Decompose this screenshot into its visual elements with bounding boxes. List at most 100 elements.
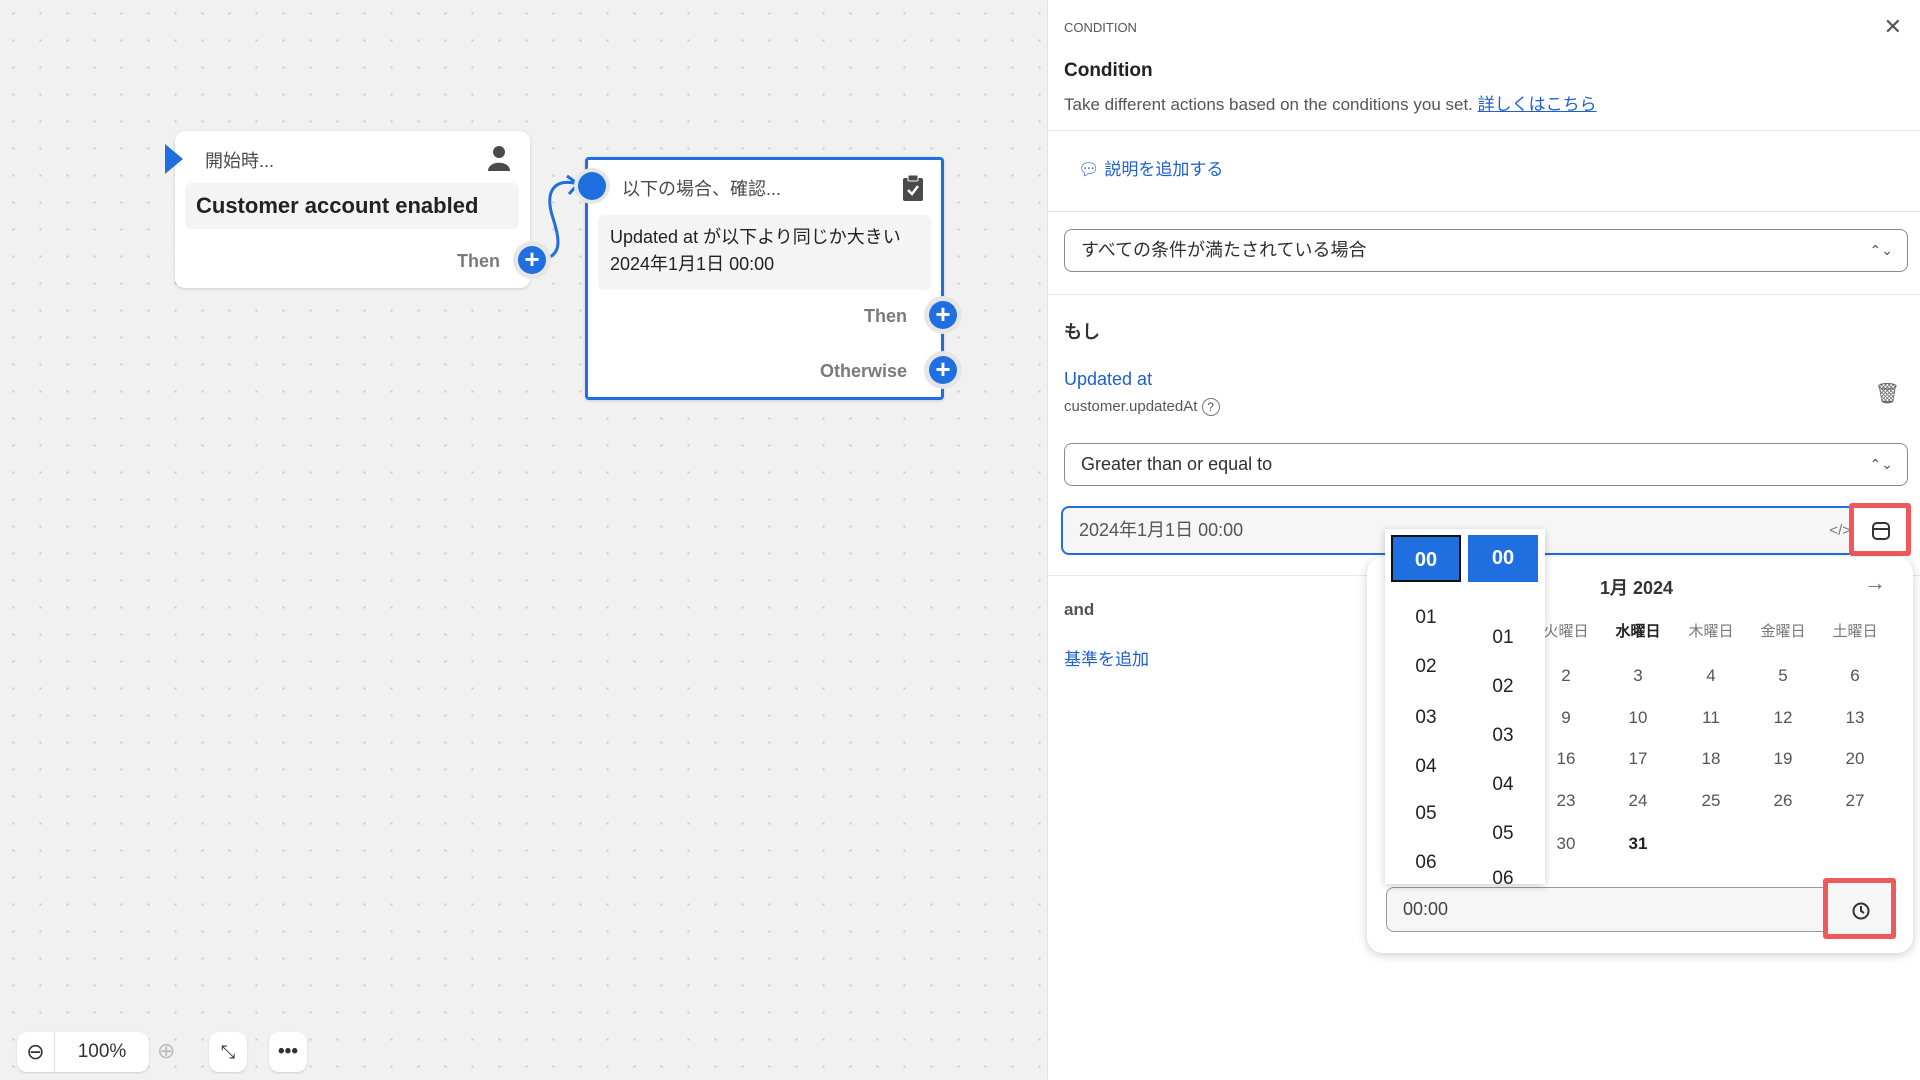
zoom-level[interactable]: 100% — [55, 1032, 149, 1072]
hour-option[interactable]: 00 — [1391, 535, 1461, 582]
calendar-day[interactable]: 17 — [1608, 749, 1668, 769]
hour-option[interactable]: 02 — [1391, 656, 1461, 678]
time-button[interactable] — [1823, 878, 1896, 939]
chevron-updown-icon: ⌃⌄ — [1869, 456, 1893, 472]
trigger-then-add-button[interactable]: + — [518, 246, 546, 274]
help-icon[interactable]: ? — [1201, 398, 1220, 416]
calendar-day[interactable]: 19 — [1753, 749, 1813, 769]
minute-option[interactable]: 05 — [1468, 823, 1538, 845]
calendar-day[interactable]: 10 — [1608, 708, 1668, 728]
hour-option[interactable]: 06 — [1391, 852, 1461, 874]
calendar-day[interactable]: 13 — [1825, 708, 1885, 728]
weekday-label: 火曜日 — [1543, 623, 1589, 640]
description-text: Take different actions based on the cond… — [1064, 95, 1473, 114]
weekday-label: 土曜日 — [1832, 623, 1878, 640]
calendar-day[interactable]: 3 — [1608, 666, 1668, 686]
match-type-value: すべての条件が満たされている場合 — [1081, 240, 1367, 260]
condition-then-add-button[interactable]: + — [929, 301, 957, 329]
more-options-button[interactable]: ••• — [269, 1032, 307, 1072]
divider — [1048, 211, 1920, 212]
calendar-day[interactable]: 24 — [1608, 791, 1668, 811]
field-name-link[interactable]: Updated at — [1064, 369, 1152, 390]
weekday-label: 水曜日 — [1615, 623, 1661, 640]
calendar-day[interactable]: 12 — [1753, 708, 1813, 728]
close-icon[interactable]: ✕ — [1884, 14, 1902, 40]
zoom-out-button[interactable]: ⊖ — [17, 1032, 55, 1072]
add-description-label: 説明を追加する — [1104, 160, 1224, 179]
date-input-value: 2024年1月1日 00:00 — [1079, 520, 1244, 540]
calendar-day[interactable]: 23 — [1536, 791, 1596, 811]
time-input[interactable]: 00:00 — [1386, 887, 1896, 932]
field-path-text: customer.updatedAt — [1064, 398, 1198, 415]
calendar-day[interactable]: 16 — [1536, 749, 1596, 769]
time-input-value: 00:00 — [1403, 899, 1449, 919]
calendar-day[interactable]: 25 — [1681, 791, 1741, 811]
minute-option[interactable]: 04 — [1468, 774, 1538, 796]
condition-input-handle[interactable] — [578, 172, 606, 200]
trash-icon[interactable]: 🗑︎ — [1875, 381, 1900, 406]
trigger-node-title: 開始時... — [205, 151, 275, 171]
calendar-day[interactable]: 5 — [1753, 666, 1813, 686]
comment-add-icon: 💬︎ — [1078, 160, 1100, 179]
minute-option[interactable]: 00 — [1468, 535, 1538, 582]
calendar-day[interactable]: 9 — [1536, 708, 1596, 728]
clipboard-check-icon — [903, 174, 923, 201]
calendar-day[interactable]: 26 — [1753, 791, 1813, 811]
divider — [1048, 130, 1920, 131]
clock-icon — [1852, 902, 1870, 920]
minute-option[interactable]: 03 — [1468, 725, 1538, 747]
minute-option[interactable]: 01 — [1468, 627, 1538, 649]
condition-summary: Updated at が以下より同じか大きい — [610, 227, 901, 247]
weekday-label: 金曜日 — [1760, 623, 1806, 640]
divider — [1048, 294, 1920, 295]
zoom-in-button[interactable]: ⊕ — [157, 1038, 175, 1064]
month-label: 1月 2024 — [1600, 578, 1674, 598]
trigger-then-label: Then — [457, 251, 500, 271]
weekday-label: 木曜日 — [1688, 623, 1734, 640]
operator-value: Greater than or equal to — [1081, 454, 1273, 474]
next-month-arrow-icon[interactable]: → — [1864, 570, 1886, 596]
calendar-day[interactable]: 18 — [1681, 749, 1741, 769]
person-icon — [488, 146, 510, 171]
and-label: and — [1064, 600, 1095, 619]
zoom-control: ⊖ 100% — [17, 1032, 149, 1072]
trigger-marker-icon — [165, 144, 183, 174]
field-path: customer.updatedAt ? — [1064, 398, 1220, 416]
condition-date: 2024年1月1日 00:00 — [610, 254, 775, 274]
calendar-day[interactable]: 11 — [1681, 708, 1741, 728]
minute-option[interactable]: 02 — [1468, 676, 1538, 698]
calendar-day[interactable]: 6 — [1825, 666, 1885, 686]
calendar-day[interactable]: 4 — [1681, 666, 1741, 686]
hour-option[interactable]: 01 — [1391, 607, 1461, 629]
hour-option[interactable]: 03 — [1391, 707, 1461, 729]
condition-node[interactable]: 以下の場合、確認... Updated at が以下より同じか大きい 2024年… — [578, 157, 944, 400]
if-label: もし — [1064, 322, 1100, 342]
add-description-button[interactable]: 💬︎ 説明を追加する — [1078, 155, 1223, 180]
code-icon[interactable]: </> — [1829, 508, 1851, 553]
calendar-day[interactable]: 31 — [1608, 834, 1668, 854]
condition-node-body: Updated at が以下より同じか大きい 2024年1月1日 00:00 — [598, 215, 931, 290]
operator-select[interactable]: Greater than or equal to ⌃⌄ — [1064, 443, 1908, 486]
calendar-day[interactable]: 2 — [1536, 666, 1596, 686]
calendar-day[interactable]: 20 — [1825, 749, 1885, 769]
calendar-day[interactable]: 27 — [1825, 791, 1885, 811]
calendar-icon — [1872, 522, 1890, 540]
fit-view-button[interactable]: ⤡ — [209, 1032, 247, 1072]
time-dropdown: 00 01 02 03 04 05 06 00 01 02 03 04 05 06 — [1385, 529, 1545, 884]
learn-more-link[interactable]: 詳しくはこちら — [1478, 95, 1597, 114]
panel-title: Condition — [1064, 60, 1153, 81]
calendar-day[interactable]: 30 — [1536, 834, 1596, 854]
trigger-node[interactable]: 開始時... Customer account enabled Then — [165, 131, 530, 288]
minute-option[interactable]: 06 — [1468, 868, 1538, 884]
calendar-button[interactable] — [1849, 503, 1911, 556]
condition-otherwise-add-button[interactable]: + — [929, 356, 957, 384]
panel-eyebrow: CONDITION — [1064, 20, 1137, 35]
trigger-node-body: Customer account enabled — [185, 183, 519, 229]
panel-description: Take different actions based on the cond… — [1064, 90, 1597, 115]
hour-option[interactable]: 04 — [1391, 756, 1461, 778]
match-type-select[interactable]: すべての条件が満たされている場合 ⌃⌄ — [1064, 229, 1908, 272]
hour-option[interactable]: 05 — [1391, 803, 1461, 825]
condition-then-label: Then — [864, 306, 907, 326]
condition-otherwise-label: Otherwise — [819, 361, 907, 381]
add-criteria-link[interactable]: 基準を追加 — [1064, 645, 1149, 670]
